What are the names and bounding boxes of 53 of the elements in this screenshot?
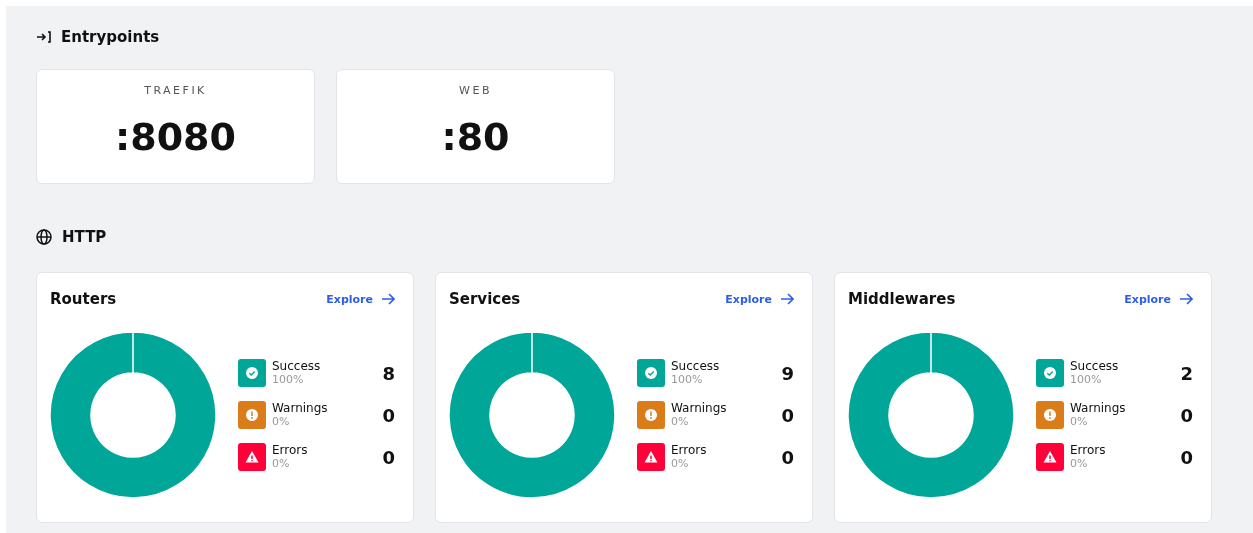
stat-count: 8 — [382, 362, 395, 384]
stat-count: 0 — [382, 446, 395, 468]
stat-label: Warnings — [671, 401, 728, 415]
explore-link[interactable]: Explore — [326, 292, 395, 306]
stat-count: 0 — [781, 404, 794, 426]
card-title: Routers — [50, 290, 117, 308]
status-glyph-icon — [1042, 407, 1058, 423]
stat-percent: 100% — [671, 373, 704, 387]
arrow-right-icon — [1179, 292, 1193, 306]
stat-count: 0 — [382, 404, 395, 426]
section-title: Entrypoints — [61, 28, 160, 46]
entry-arrow-icon — [36, 29, 51, 45]
stat-count: 2 — [1180, 362, 1193, 384]
explore-link[interactable]: Explore — [725, 292, 794, 306]
status-glyph-icon — [1042, 365, 1058, 381]
stat-label: Errors — [1070, 443, 1107, 457]
card-title: Services — [449, 290, 521, 308]
stat-label: Success — [272, 359, 322, 373]
status-glyph-icon — [643, 449, 659, 465]
stat-count: 9 — [781, 362, 794, 384]
explore-link[interactable]: Explore — [1124, 292, 1193, 306]
globe-icon — [36, 229, 52, 245]
status-glyph-icon — [244, 407, 260, 423]
stat-label: Success — [671, 359, 721, 373]
status-glyph-icon — [643, 407, 659, 423]
stat-label: Warnings — [272, 401, 329, 415]
status-glyph-icon — [244, 365, 260, 381]
entrypoint-name: WEB — [459, 84, 492, 97]
stat-label: Success — [1070, 359, 1120, 373]
arrow-right-icon — [381, 292, 395, 306]
stat-percent: 0% — [272, 457, 291, 471]
stat-percent: 0% — [272, 415, 291, 429]
status-glyph-icon — [643, 365, 659, 381]
stat-count: 0 — [781, 446, 794, 468]
stat-label: Errors — [671, 443, 708, 457]
stat-count: 0 — [1180, 446, 1193, 468]
card-title: Middlewares — [848, 290, 956, 308]
stat-count: 0 — [1180, 404, 1193, 426]
entrypoint-address: :80 — [441, 118, 510, 156]
status-glyph-icon — [244, 449, 260, 465]
arrow-right-icon — [780, 292, 794, 306]
entrypoint-address: :8080 — [115, 118, 236, 156]
stat-percent: 100% — [272, 373, 305, 387]
status-glyph-icon — [1042, 449, 1058, 465]
stat-label: Warnings — [1070, 401, 1127, 415]
stat-percent: 0% — [1070, 415, 1089, 429]
stat-label: Errors — [272, 443, 309, 457]
stat-percent: 0% — [671, 457, 690, 471]
stat-percent: 0% — [1070, 457, 1089, 471]
stat-percent: 100% — [1070, 373, 1103, 387]
stat-percent: 0% — [671, 415, 690, 429]
section-title: HTTP — [62, 228, 107, 246]
entrypoint-name: TRAEFIK — [144, 84, 207, 97]
